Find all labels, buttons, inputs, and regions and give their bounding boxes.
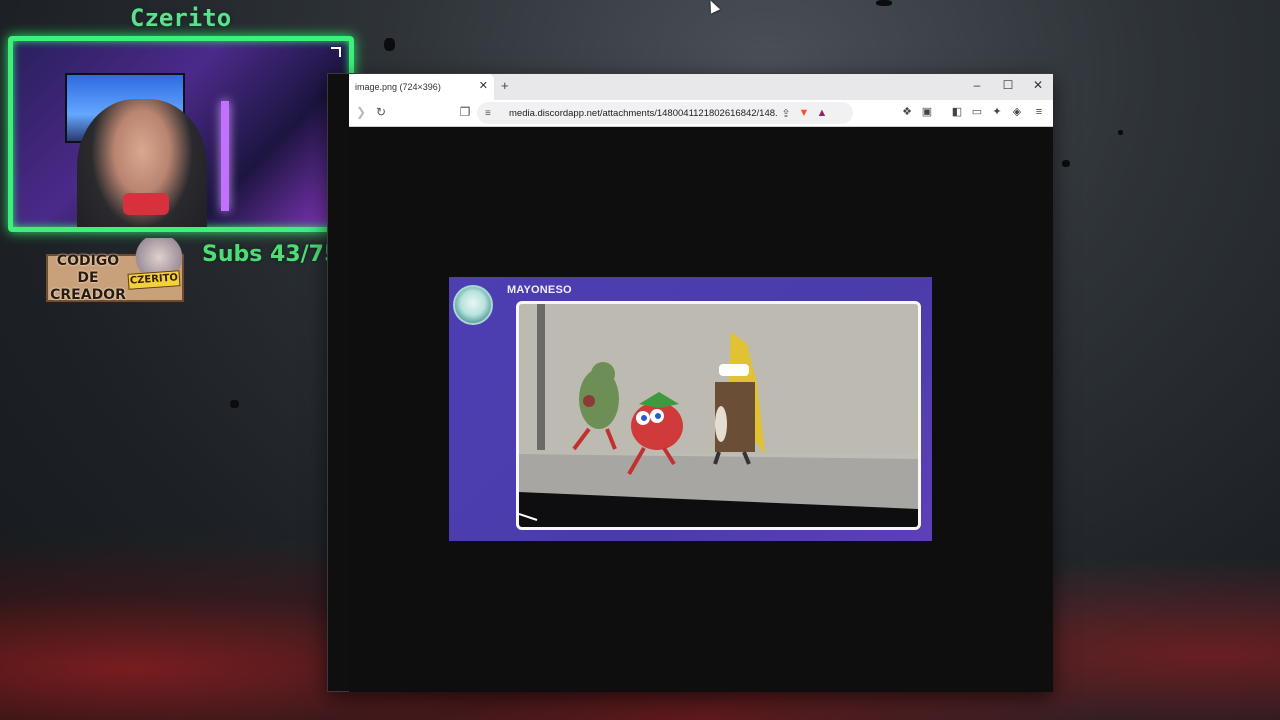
background-debris — [1118, 130, 1123, 135]
browser-window: image.png (724×396) ✕ + – ☐ ✕ ❯ ↻ ❐ ≡ me… — [327, 73, 1053, 692]
drawing-frame — [516, 301, 921, 530]
webcam-light — [221, 101, 229, 211]
maximize-button[interactable]: ☐ — [1000, 78, 1016, 92]
drawing-pole — [537, 304, 545, 450]
background-debris — [384, 38, 395, 51]
tab-title: image.png (724×396) — [355, 82, 441, 92]
close-window-button[interactable]: ✕ — [1030, 78, 1046, 92]
background-debris — [230, 400, 239, 408]
new-tab-button[interactable]: + — [501, 79, 509, 93]
back-arrow-icon[interactable]: ❯ — [353, 105, 369, 119]
brave-lion-icon[interactable]: ▼ — [795, 107, 813, 119]
wallet-icon[interactable]: ▭ — [969, 106, 985, 119]
avatar — [453, 285, 493, 325]
drawing-artwork — [519, 304, 918, 527]
displayed-image[interactable]: MAYONESO — [449, 277, 932, 541]
sidebar-icon[interactable]: ◧ — [949, 106, 965, 119]
image-viewport: MAYONESO — [349, 127, 1053, 692]
reload-icon[interactable]: ↻ — [373, 105, 389, 119]
tab-image[interactable]: image.png (724×396) ✕ — [349, 74, 494, 100]
leo-ai-icon[interactable]: ✦ — [989, 106, 1005, 119]
background-debris — [876, 0, 892, 6]
minimize-button[interactable]: – — [969, 78, 985, 92]
creator-code-label: CODIGO DE CREADOR — [50, 252, 126, 303]
subs-counter: Subs 43/75 — [202, 242, 340, 267]
bat-triangle-icon[interactable]: ▲ — [813, 107, 831, 119]
nav-bar: ❯ ↻ ❐ ≡ media.discordapp.net/attachments… — [349, 100, 1053, 127]
vpn-icon[interactable]: ◈ — [1009, 106, 1025, 119]
menu-icon[interactable]: ≡ — [1031, 106, 1047, 119]
address-bar[interactable]: ≡ media.discordapp.net/attachments/14800… — [477, 102, 853, 124]
url-text[interactable]: media.discordapp.net/attachments/1480041… — [509, 108, 777, 119]
tab-search-icon[interactable]: ▣ — [919, 106, 935, 119]
webcam-corner — [331, 47, 341, 57]
bookmark-icon[interactable]: ❐ — [457, 105, 473, 119]
tab-bar: image.png (724×396) ✕ + – ☐ ✕ — [349, 74, 1053, 100]
browser-chrome: image.png (724×396) ✕ + – ☐ ✕ ❯ ↻ ❐ ≡ me… — [349, 74, 1053, 127]
webcam-frame — [8, 36, 354, 232]
image-author: MAYONESO — [507, 284, 572, 296]
mouse-cursor-icon — [705, 0, 721, 14]
extensions-icon[interactable]: ❖ — [899, 106, 915, 119]
tune-icon[interactable]: ≡ — [485, 108, 497, 119]
tab-close-icon[interactable]: ✕ — [479, 80, 488, 92]
background-debris — [1062, 160, 1070, 167]
streamer-name: Czerito — [130, 4, 232, 32]
share-icon[interactable]: ⇪ — [777, 107, 795, 120]
webcam-microphone — [123, 193, 169, 215]
